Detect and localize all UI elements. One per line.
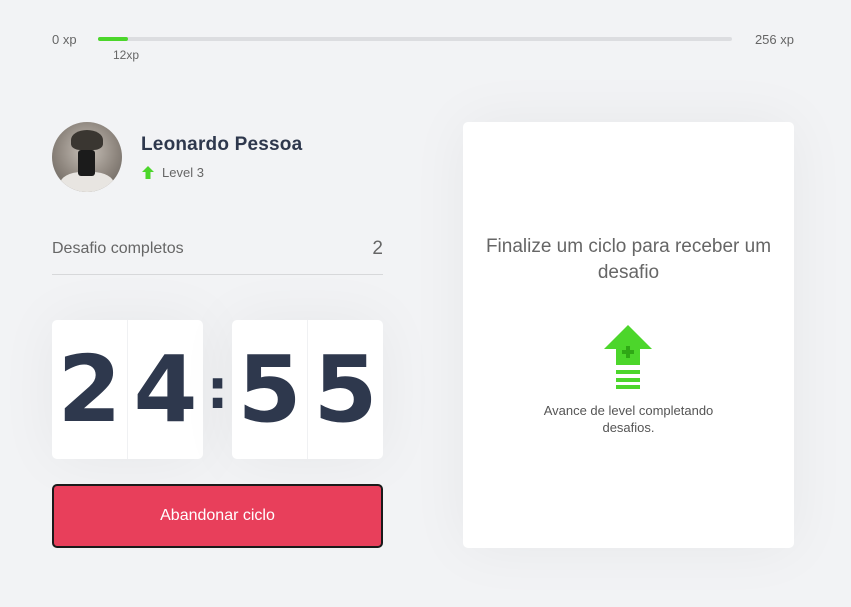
second-digit-left: 5	[232, 320, 308, 459]
challenge-box: Finalize um ciclo para receber um desafi…	[463, 122, 794, 548]
countdown-separator: :	[206, 358, 229, 421]
xp-track	[98, 37, 732, 41]
completed-challenges-label: Desafio completos	[52, 240, 184, 257]
seconds-card: 5 5	[232, 320, 383, 459]
minute-digit-left: 2	[52, 320, 128, 459]
xp-current-label: 12xp	[113, 48, 140, 62]
abandon-cycle-button[interactable]: Abandonar ciclo	[52, 484, 383, 548]
second-digit-right: 5	[313, 336, 378, 443]
avatar	[52, 122, 122, 192]
level-label: Level 3	[162, 165, 204, 180]
minute-digit-right: 4	[133, 336, 198, 443]
profile: Leonardo Pessoa Level 3	[52, 122, 302, 192]
level-row: Level 3	[141, 165, 302, 180]
completed-challenges-count: 2	[372, 238, 383, 259]
xp-min-label: 0 xp	[52, 32, 77, 47]
experience-bar: 0 xp 12xp 256 xp	[52, 30, 794, 66]
profile-name: Leonardo Pessoa	[141, 134, 303, 155]
xp-progress-fill	[98, 37, 128, 41]
moveit-page: 0 xp 12xp 256 xp Leonardo Pessoa Level 3…	[0, 0, 851, 607]
challenge-box-title: Finalize um ciclo para receber um desafi…	[485, 236, 772, 283]
xp-max-label: 256 xp	[754, 32, 794, 47]
minutes-card: 2 4	[52, 320, 203, 459]
completed-challenges: Desafio completos 2	[52, 232, 383, 275]
countdown: 2 4 : 5 5	[52, 320, 383, 459]
challenge-box-description: Avance de level completando desafios.	[543, 403, 714, 435]
level-up-icon	[604, 325, 652, 389]
profile-info: Leonardo Pessoa Level 3	[141, 134, 302, 180]
level-up-arrow-icon	[142, 166, 154, 179]
